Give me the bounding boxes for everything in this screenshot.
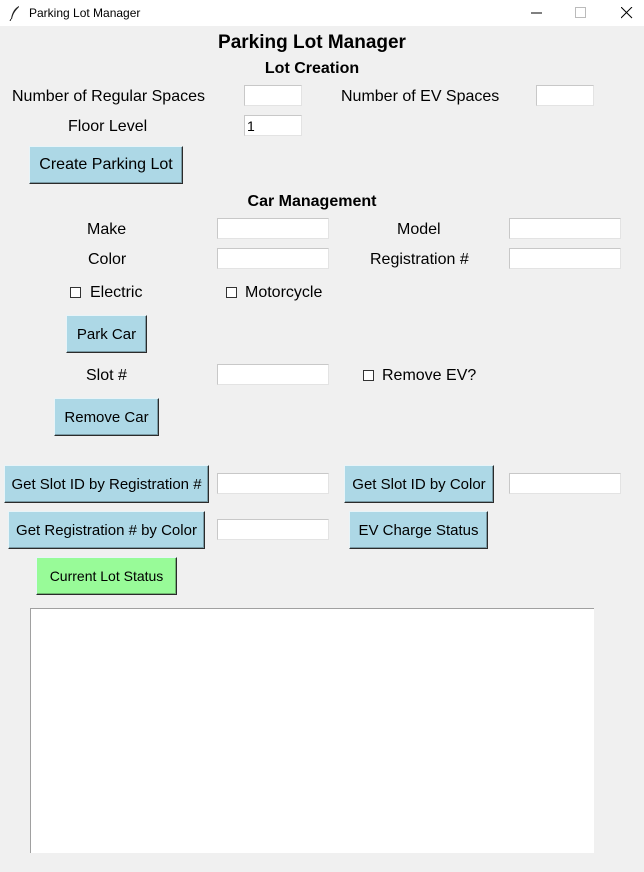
ev-charge-status-button[interactable]: EV Charge Status: [349, 511, 488, 549]
window-title: Parking Lot Manager: [29, 6, 141, 20]
create-parking-lot-button[interactable]: Create Parking Lot: [29, 146, 183, 184]
floor-level-input[interactable]: [244, 115, 302, 136]
slot-input[interactable]: [217, 364, 329, 385]
remove-ev-checkbox[interactable]: [363, 370, 374, 381]
get-slot-by-registration-button[interactable]: Get Slot ID by Registration #: [4, 465, 209, 503]
ev-spaces-label: Number of EV Spaces: [341, 88, 500, 105]
maximize-button[interactable]: [558, 0, 604, 26]
electric-label[interactable]: Electric: [90, 284, 142, 302]
app-window: Parking Lot Manager Parking Lot Manager …: [0, 0, 644, 872]
make-input[interactable]: [217, 218, 329, 239]
get-registration-by-color-button[interactable]: Get Registration # by Color: [8, 511, 205, 549]
maximize-icon: [575, 7, 586, 18]
ev-spaces-input[interactable]: [536, 85, 594, 106]
current-lot-status-button[interactable]: Current Lot Status: [36, 557, 177, 595]
make-label: Make: [87, 221, 127, 238]
remove-car-button[interactable]: Remove Car: [54, 398, 159, 436]
page-title: Parking Lot Manager: [218, 32, 406, 53]
model-label: Model: [397, 221, 441, 238]
model-input[interactable]: [509, 218, 621, 239]
close-button[interactable]: [604, 0, 644, 26]
electric-checkbox[interactable]: [70, 287, 81, 298]
minimize-icon: [531, 12, 542, 14]
floor-level-label: Floor Level: [68, 118, 148, 135]
motorcycle-label[interactable]: Motorcycle: [245, 284, 322, 302]
slot-by-registration-output[interactable]: [217, 473, 329, 494]
park-car-button[interactable]: Park Car: [66, 315, 147, 353]
regular-spaces-input[interactable]: [244, 85, 302, 106]
regular-spaces-label: Number of Regular Spaces: [12, 88, 205, 105]
motorcycle-checkbox[interactable]: [226, 287, 237, 298]
color-label: Color: [88, 251, 127, 268]
output-text-area[interactable]: [30, 608, 594, 853]
slot-by-color-output[interactable]: [509, 473, 621, 494]
lot-creation-heading: Lot Creation: [264, 60, 360, 77]
car-management-heading: Car Management: [247, 193, 377, 210]
registration-input[interactable]: [509, 248, 621, 269]
registration-by-color-output[interactable]: [217, 519, 329, 540]
slot-label: Slot #: [86, 367, 127, 384]
get-slot-by-color-button[interactable]: Get Slot ID by Color: [344, 465, 494, 503]
minimize-button[interactable]: [514, 0, 560, 26]
close-icon: [621, 7, 633, 19]
remove-ev-label[interactable]: Remove EV?: [382, 367, 476, 385]
color-input[interactable]: [217, 248, 329, 269]
registration-label: Registration #: [370, 251, 469, 268]
feather-icon: [9, 5, 21, 22]
title-bar[interactable]: Parking Lot Manager: [0, 0, 644, 26]
